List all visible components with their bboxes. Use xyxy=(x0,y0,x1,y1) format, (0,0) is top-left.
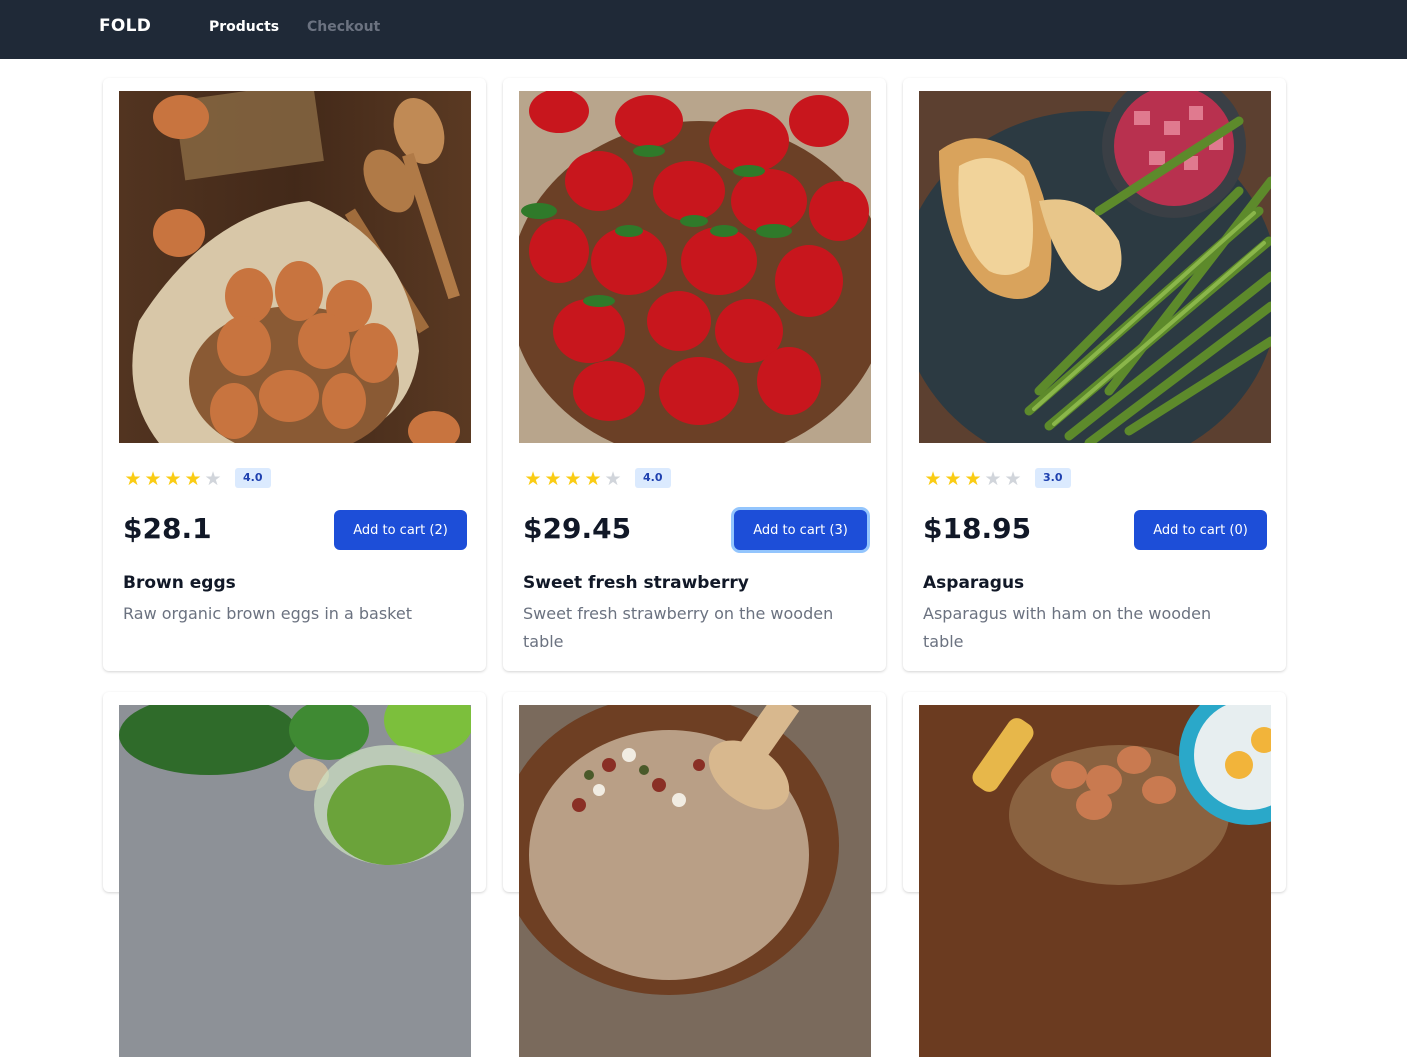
add-to-cart-button[interactable]: Add to cart (2) xyxy=(334,510,467,550)
star-icon: ★ xyxy=(564,468,582,490)
star-icon: ★ xyxy=(524,468,542,490)
product-description: Asparagus with ham on the wooden table xyxy=(923,604,1212,651)
product-card: ★ ★ ★ ★ ★ 4.0 $29.45 Add to cart (3) Swe… xyxy=(503,78,886,671)
product-image[interactable] xyxy=(919,91,1271,443)
star-icon: ★ xyxy=(924,468,942,490)
star-icon: ★ xyxy=(1004,468,1022,490)
product-image[interactable] xyxy=(119,91,471,443)
add-to-cart-button[interactable]: Add to cart (3) xyxy=(734,510,867,550)
product-image[interactable] xyxy=(119,705,471,1057)
star-icon: ★ xyxy=(164,468,182,490)
product-image[interactable] xyxy=(919,705,1271,1057)
product-description: Sweet fresh strawberry on the wooden tab… xyxy=(523,604,834,651)
star-icon: ★ xyxy=(184,468,202,490)
rating-stars: ★ ★ ★ ★ ★ xyxy=(923,468,1023,490)
nav-link-checkout[interactable]: Checkout xyxy=(307,19,380,35)
mixed-beans-photo xyxy=(519,705,871,1057)
star-icon: ★ xyxy=(544,468,562,490)
add-to-cart-button[interactable]: Add to cart (0) xyxy=(1134,510,1267,550)
asparagus-photo xyxy=(919,91,1271,443)
product-name: Sweet fresh strawberry xyxy=(523,573,749,593)
star-icon: ★ xyxy=(204,468,222,490)
eggs-basket-photo xyxy=(919,705,1271,1057)
top-navbar: FOLD Products Checkout xyxy=(0,0,1407,59)
product-image[interactable] xyxy=(519,91,871,443)
rating-badge: 4.0 xyxy=(635,468,671,488)
product-name: Brown eggs xyxy=(123,573,236,593)
product-price: $29.45 xyxy=(523,512,632,545)
star-icon: ★ xyxy=(124,468,142,490)
rating-stars: ★ ★ ★ ★ ★ xyxy=(123,468,223,490)
star-icon: ★ xyxy=(144,468,162,490)
rating-badge: 3.0 xyxy=(1035,468,1071,488)
product-price: $18.95 xyxy=(923,512,1032,545)
product-image[interactable] xyxy=(519,705,871,1057)
rating-stars: ★ ★ ★ ★ ★ xyxy=(523,468,623,490)
nav-link-products[interactable]: Products xyxy=(209,19,279,35)
star-icon: ★ xyxy=(964,468,982,490)
product-price: $28.1 xyxy=(123,512,212,545)
star-icon: ★ xyxy=(604,468,622,490)
strawberries-photo xyxy=(519,91,871,443)
product-card xyxy=(103,692,486,1057)
product-card xyxy=(503,692,886,1057)
product-name: Asparagus xyxy=(923,573,1025,593)
green-smoothie-photo xyxy=(119,705,471,1057)
brand-logo[interactable]: FOLD xyxy=(99,16,151,36)
product-description: Raw organic brown eggs in a basket xyxy=(123,604,412,623)
brown-eggs-photo xyxy=(119,91,471,443)
star-icon: ★ xyxy=(584,468,602,490)
product-card xyxy=(903,692,1286,1057)
product-card: ★ ★ ★ ★ ★ 3.0 $18.95 Add to cart (0) Asp… xyxy=(903,78,1286,671)
product-card: ★ ★ ★ ★ ★ 4.0 $28.1 Add to cart (2) Brow… xyxy=(103,78,486,671)
star-icon: ★ xyxy=(944,468,962,490)
star-icon: ★ xyxy=(984,468,1002,490)
rating-badge: 4.0 xyxy=(235,468,271,488)
